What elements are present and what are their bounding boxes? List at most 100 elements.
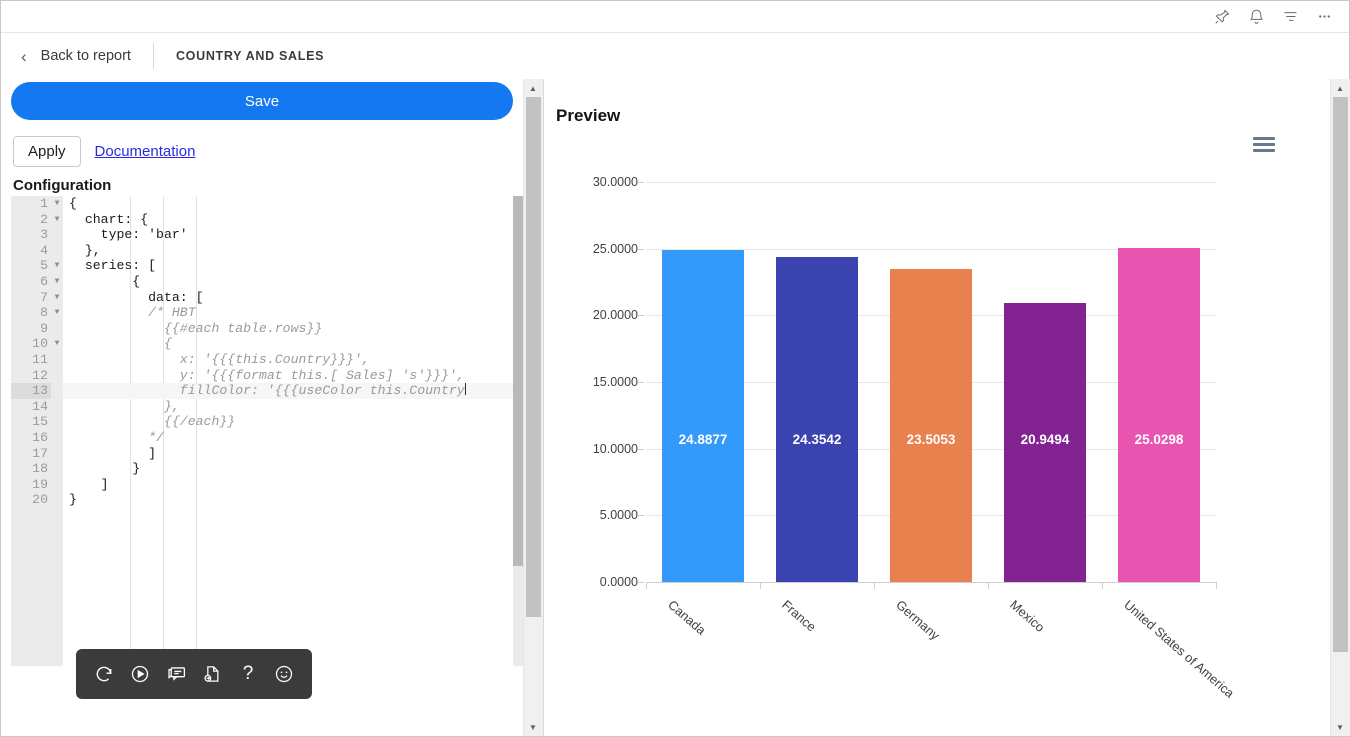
scroll-up-arrow-icon[interactable]: ▲ xyxy=(523,79,543,97)
save-button[interactable]: Save xyxy=(11,82,513,120)
fold-spacer xyxy=(51,398,63,415)
top-bar xyxy=(1,1,1349,33)
line-number: 7 xyxy=(11,289,51,306)
right-scrollbar-thumb[interactable] xyxy=(1332,97,1348,652)
run-icon[interactable] xyxy=(127,661,153,687)
line-text: }, xyxy=(69,242,101,258)
fold-spacer xyxy=(51,476,63,493)
line-number: 4 xyxy=(11,242,51,259)
fold-arrow-icon[interactable]: ▼ xyxy=(51,211,63,228)
line-text: { xyxy=(69,336,172,352)
editor-line[interactable]: 1 ▼ { xyxy=(11,196,523,212)
bar[interactable]: 23.5053 xyxy=(890,268,972,582)
bar-value-label: 24.8877 xyxy=(678,432,728,447)
back-to-report-button[interactable]: ‹ Back to report xyxy=(21,48,153,65)
fold-arrow-icon[interactable]: ▼ xyxy=(51,336,63,352)
documentation-link[interactable]: Documentation xyxy=(95,143,196,160)
y-axis-tick-mark xyxy=(638,182,644,183)
bar-value-label: 23.5053 xyxy=(906,432,956,447)
apply-row: Apply Documentation xyxy=(11,136,513,167)
editor-line[interactable]: 11 x: '{{{this.Country}}}', xyxy=(11,351,523,368)
line-text: chart: { xyxy=(69,211,149,227)
editor-scrollbar-thumb[interactable] xyxy=(513,196,523,566)
right-panel-scrollbar[interactable]: ▲ ▼ xyxy=(1330,79,1350,736)
y-axis-tick-mark xyxy=(638,515,644,517)
line-text: } xyxy=(69,461,141,477)
more-options-icon[interactable] xyxy=(1307,2,1341,32)
line-text: series: [ xyxy=(69,258,157,274)
editor-line[interactable]: 5 ▼ series: [ xyxy=(11,258,523,274)
fold-arrow-icon[interactable]: ▼ xyxy=(51,258,63,274)
editor-line[interactable]: 15 {{/each}} xyxy=(11,414,523,430)
fold-arrow-icon[interactable]: ▼ xyxy=(51,289,63,306)
scroll-up-arrow-icon[interactable]: ▲ xyxy=(1330,79,1350,97)
editor-line[interactable]: 7 ▼ data: [ xyxy=(11,289,523,306)
editor-line[interactable]: 13 fillColor: '{{{useColor this.Country xyxy=(11,383,523,399)
editor-line[interactable]: 19 ] xyxy=(11,476,523,493)
bar-value-label: 20.9494 xyxy=(1020,432,1070,447)
editor-line[interactable]: 8 ▼ /* HBT xyxy=(11,305,523,321)
editor-line[interactable]: 12 y: '{{{format this.[ Sales] 's'}}}', xyxy=(11,367,523,384)
line-text: fillColor: '{{{useColor this.Country xyxy=(69,383,465,399)
filter-icon[interactable] xyxy=(1273,2,1307,32)
left-panel-scrollbar[interactable]: ▲ ▼ xyxy=(523,79,543,736)
bell-icon[interactable] xyxy=(1239,2,1273,32)
fold-arrow-icon[interactable]: ▼ xyxy=(51,305,63,321)
editor-line[interactable]: 6 ▼ { xyxy=(11,273,523,290)
line-text: {{#each table.rows}} xyxy=(69,320,323,336)
line-text: data: [ xyxy=(69,289,204,305)
configuration-panel-body: Save Apply Documentation Configuration 1… xyxy=(1,79,523,736)
preview-title: Preview xyxy=(556,106,621,125)
pin-icon[interactable] xyxy=(1205,2,1239,32)
editor-lines[interactable]: 1 ▼{2 ▼ chart: {3 type: 'bar' 4 }, 5 ▼ series… xyxy=(11,196,523,508)
scroll-down-arrow-icon[interactable]: ▼ xyxy=(523,718,543,736)
back-to-report-label: Back to report xyxy=(40,48,131,64)
apply-button[interactable]: Apply xyxy=(13,136,81,167)
bar[interactable]: 24.3542 xyxy=(776,257,858,582)
editor-line[interactable]: 17 ] xyxy=(11,445,523,462)
comment-icon[interactable] xyxy=(163,661,189,687)
fold-arrow-icon[interactable]: ▼ xyxy=(51,273,63,290)
fold-spacer xyxy=(51,492,63,508)
x-axis-label: United States of America xyxy=(1121,597,1238,701)
editor-line[interactable]: 4 }, xyxy=(11,242,523,259)
x-axis-tick-mark xyxy=(988,582,989,589)
preview-panel-body: Preview 0.0000 5.0000 10.0000 15.0000 20.000… xyxy=(544,79,1330,736)
refresh-icon[interactable] xyxy=(91,661,117,687)
bar-value-label: 25.0298 xyxy=(1134,432,1184,447)
left-scrollbar-track[interactable] xyxy=(523,97,543,718)
line-number: 3 xyxy=(11,227,51,243)
help-icon[interactable]: ? xyxy=(235,661,261,687)
editor-line[interactable]: 20} xyxy=(11,492,523,508)
scroll-down-arrow-icon[interactable]: ▼ xyxy=(1330,718,1350,736)
editor-floating-toolbar: ? xyxy=(76,649,312,699)
chevron-left-icon: ‹ xyxy=(21,46,27,66)
export-file-icon[interactable] xyxy=(199,661,225,687)
line-text: ] xyxy=(69,445,157,461)
line-text: type: 'bar' xyxy=(69,227,188,243)
x-axis-tick-mark xyxy=(1216,582,1217,589)
editor-line[interactable]: 14 }, xyxy=(11,398,523,415)
right-scrollbar-track[interactable] xyxy=(1330,97,1350,718)
fold-arrow-icon[interactable]: ▼ xyxy=(51,196,63,212)
breadcrumb-separator xyxy=(152,43,154,69)
x-axis-tick-mark xyxy=(760,582,761,589)
bar[interactable]: 20.9494 xyxy=(1004,302,1086,582)
editor-vertical-scrollbar[interactable] xyxy=(513,196,523,666)
emoji-icon[interactable] xyxy=(271,661,297,687)
bar[interactable]: 25.0298 xyxy=(1118,248,1200,582)
editor-line[interactable]: 10 ▼ { xyxy=(11,336,523,352)
editor-line[interactable]: 2 ▼ chart: { xyxy=(11,211,523,228)
line-text: ] xyxy=(69,476,109,492)
x-axis-label: Canada xyxy=(665,597,709,638)
editor-line[interactable]: 16 */ xyxy=(11,429,523,446)
fold-spacer xyxy=(51,461,63,477)
editor-line[interactable]: 3 type: 'bar' xyxy=(11,227,523,243)
editor-line[interactable]: 18 } xyxy=(11,461,523,477)
line-number: 11 xyxy=(11,351,51,368)
y-axis-ticks: 0.0000 5.0000 10.0000 15.0000 20.0000 25.0000… xyxy=(552,175,638,589)
left-scrollbar-thumb[interactable] xyxy=(525,97,541,617)
bar[interactable]: 24.8877 xyxy=(662,250,744,582)
code-editor[interactable]: 1 ▼{2 ▼ chart: {3 type: 'bar' 4 }, 5 ▼ series… xyxy=(11,196,523,666)
editor-line[interactable]: 9 {{#each table.rows}} xyxy=(11,320,523,337)
